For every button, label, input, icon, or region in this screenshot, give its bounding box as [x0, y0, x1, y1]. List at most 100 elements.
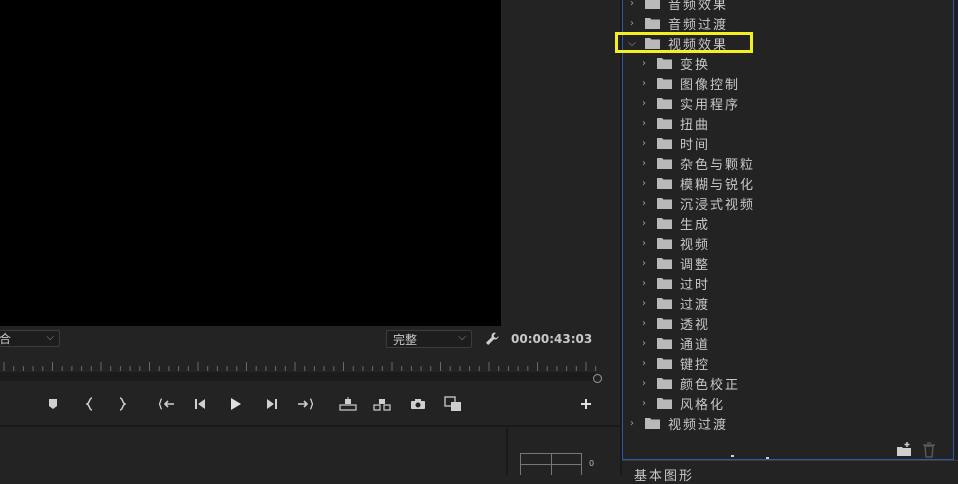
effects-tree-item-label: 调整 — [680, 257, 711, 273]
scrub-bar[interactable] — [0, 372, 595, 381]
time-ruler[interactable] — [0, 358, 600, 384]
marker-icon[interactable] — [42, 394, 64, 414]
effects-tree-item[interactable]: › 风格化 — [623, 393, 953, 413]
transport-controls — [0, 394, 620, 416]
chevron-right-icon[interactable]: › — [639, 318, 649, 329]
play-icon[interactable] — [225, 394, 247, 414]
chevron-right-icon[interactable]: › — [639, 138, 649, 149]
effects-tree-item[interactable]: › 模糊与锐化 — [623, 173, 953, 193]
folder-icon — [645, 417, 660, 429]
chevron-right-icon[interactable]: › — [639, 178, 649, 189]
effects-tree-item-label: 视频过渡 — [668, 417, 729, 433]
chevron-right-icon[interactable]: › — [639, 198, 649, 209]
chevron-right-icon[interactable]: › — [639, 118, 649, 129]
effects-tree-item[interactable]: › 调整 — [623, 253, 953, 273]
chevron-right-icon[interactable]: › — [639, 338, 649, 349]
effects-tree-item[interactable]: › 变换 — [623, 53, 953, 73]
chevron-right-icon[interactable]: › — [639, 238, 649, 249]
add-icon[interactable] — [575, 394, 597, 414]
effects-tree-item[interactable]: › 沉浸式视频 — [623, 193, 953, 213]
effects-tree-item[interactable]: › 扭曲 — [623, 113, 953, 133]
quality-dropdown[interactable]: 完整 ⌵ — [386, 330, 472, 348]
meter-scale-label: 0 — [589, 459, 595, 468]
compare-icon[interactable] — [442, 394, 464, 414]
highlight-annotation — [615, 32, 753, 53]
essential-graphics-tab[interactable]: 基本图形 — [622, 460, 958, 484]
effects-tree-item[interactable]: › 透视 — [623, 313, 953, 333]
chevron-down-icon: ⌵ — [458, 332, 466, 343]
trash-icon[interactable] — [922, 442, 938, 458]
effects-tree-item-label: 变换 — [680, 57, 711, 73]
audio-meter — [520, 453, 582, 475]
effects-tree-item[interactable]: › 音频过渡 — [623, 13, 947, 33]
folder-icon — [657, 77, 672, 89]
effects-tree-item-label: 键控 — [680, 357, 711, 373]
effects-tree-item[interactable]: › 音频效果 — [623, 0, 947, 13]
fit-dropdown[interactable]: 合 ⌵ — [0, 330, 60, 347]
effects-tree-item[interactable]: › 时间 — [623, 133, 953, 153]
effects-tree-item-label: 生成 — [680, 217, 711, 233]
chevron-right-icon[interactable]: › — [639, 258, 649, 269]
panel-divider — [506, 427, 508, 475]
new-bin-icon[interactable] — [896, 442, 912, 458]
effects-panel: › 音频效果 › 音频过渡 ⌵ 视频效果 › 变换 › 图像控制 › 实用程序 › 扭曲 › 时间 › 杂色与颗粒… — [622, 0, 954, 460]
chevron-right-icon[interactable]: › — [627, 0, 637, 9]
effects-tree-item[interactable]: › 过时 — [623, 273, 953, 293]
extract-icon[interactable] — [371, 394, 393, 414]
effects-tree-item-label: 模糊与锐化 — [680, 177, 756, 193]
effects-tree-item[interactable]: › 键控 — [623, 353, 953, 373]
folder-icon — [657, 397, 672, 409]
folder-icon — [645, 17, 660, 29]
step-back-icon[interactable] — [190, 394, 212, 414]
wrench-icon[interactable] — [484, 331, 500, 347]
mark-out-icon[interactable] — [111, 394, 133, 414]
go-to-in-icon[interactable] — [156, 394, 178, 414]
effects-tree-item[interactable]: › 图像控制 — [623, 73, 953, 93]
camera-icon[interactable] — [407, 394, 429, 414]
quality-dropdown-label: 完整 — [393, 332, 418, 347]
effects-tree-item-label: 杂色与颗粒 — [680, 157, 756, 173]
effects-tree-item-label: 扭曲 — [680, 117, 711, 133]
step-forward-icon[interactable] — [260, 394, 282, 414]
chevron-right-icon[interactable]: › — [639, 378, 649, 389]
go-to-out-icon[interactable] — [294, 394, 316, 414]
chevron-right-icon[interactable]: › — [639, 58, 649, 69]
chevron-right-icon[interactable]: › — [639, 278, 649, 289]
effects-tree-item[interactable]: › 通道 — [623, 333, 953, 353]
lift-icon[interactable] — [337, 394, 359, 414]
chevron-right-icon[interactable]: › — [627, 18, 637, 29]
zoom-handle[interactable] — [593, 374, 602, 383]
chevron-right-icon[interactable]: › — [639, 298, 649, 309]
effects-tree-item[interactable]: › 视频过渡 — [623, 413, 947, 433]
chevron-right-icon[interactable]: › — [639, 358, 649, 369]
effects-tree-item[interactable]: › 过渡 — [623, 293, 953, 313]
mark-in-icon[interactable] — [79, 394, 101, 414]
folder-icon — [657, 57, 672, 69]
effects-tree-item[interactable]: › 颜色校正 — [623, 373, 953, 393]
effects-tree-item-label: 时间 — [680, 137, 711, 153]
chevron-right-icon[interactable]: › — [639, 158, 649, 169]
effects-tree-item-label: 图像控制 — [680, 77, 741, 93]
effects-tree-item-label: 过时 — [680, 277, 711, 293]
folder-icon — [657, 117, 672, 129]
chevron-right-icon[interactable]: › — [639, 398, 649, 409]
chevron-right-icon[interactable]: › — [639, 78, 649, 89]
effects-tree-item[interactable]: › 生成 — [623, 213, 953, 233]
video-preview[interactable] — [0, 0, 501, 326]
chevron-right-icon[interactable]: › — [627, 418, 637, 429]
chevron-right-icon[interactable]: › — [639, 218, 649, 229]
effects-tree-item[interactable]: › 杂色与颗粒 — [623, 153, 953, 173]
folder-icon — [657, 217, 672, 229]
effects-tree-item[interactable]: › 视频 — [623, 233, 953, 253]
effects-tree-item-label: 视频 — [680, 237, 711, 253]
folder-icon — [657, 237, 672, 249]
timecode-display[interactable]: 00:00:43:03 — [511, 332, 592, 346]
effects-tree-item-label: 颜色校正 — [680, 377, 741, 393]
chevron-right-icon[interactable]: › — [639, 98, 649, 109]
program-monitor: 合 ⌵ 完整 ⌵ 00:00:43:03 0 — [0, 0, 620, 475]
effects-tree-item-label: 过渡 — [680, 297, 711, 313]
folder-icon — [657, 197, 672, 209]
effects-tree-item-label: 透视 — [680, 317, 711, 333]
scrollbar[interactable] — [954, 0, 958, 460]
effects-tree-item[interactable]: › 实用程序 — [623, 93, 953, 113]
